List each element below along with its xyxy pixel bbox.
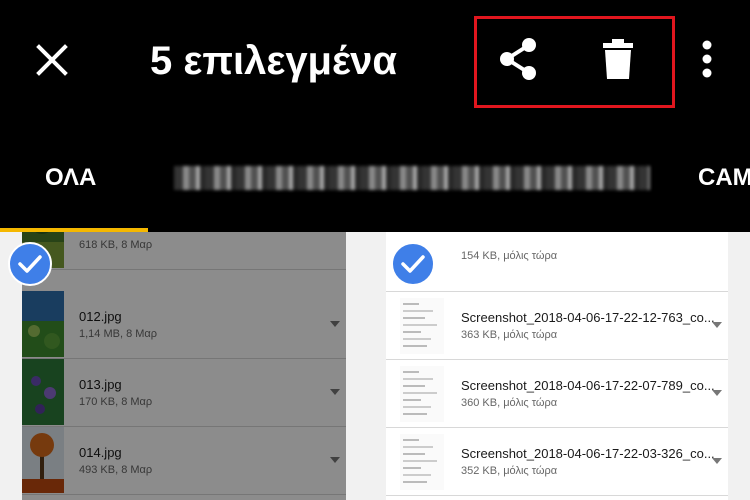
dropdown-arrow-icon — [712, 458, 722, 464]
file-name: 013.jpg — [79, 377, 122, 392]
close-icon — [36, 44, 68, 76]
image-group-card[interactable]: 618 KB, 8 Μαρ 012.jpg 1,14 MB, 8 Μαρ 013… — [22, 232, 346, 500]
category-tabs: ΟΛΑ CAM — [0, 148, 750, 233]
file-name: Screenshot_2018-04-06-17-22-03-326_co... — [461, 446, 715, 461]
dropdown-arrow-icon — [330, 389, 340, 395]
file-name: Screenshot_2018-04-06-17-22-12-763_co... — [461, 310, 715, 325]
image-thumbnail — [22, 359, 64, 425]
item-menu-button[interactable] — [710, 318, 724, 332]
list-item[interactable]: Screenshot_2018-04-06-17-22-12-763_co...… — [386, 292, 728, 360]
checkmark-icon — [401, 255, 425, 273]
dropdown-arrow-icon — [330, 321, 340, 327]
file-meta: 360 KB, μόλις τώρα — [461, 397, 558, 409]
item-menu-button[interactable] — [328, 453, 342, 467]
dropdown-arrow-icon — [712, 322, 722, 328]
more-options-button[interactable] — [682, 34, 732, 84]
selected-checkbox-right[interactable] — [391, 242, 435, 286]
share-icon — [500, 38, 536, 80]
selected-checkbox-left[interactable] — [8, 242, 52, 286]
list-item[interactable]: Screenshot_2018-04-06-17-22-03-326_co...… — [386, 428, 728, 496]
close-selection-button[interactable] — [28, 36, 76, 84]
file-name: 012.jpg — [79, 309, 122, 324]
tab-cam[interactable]: CAM — [698, 148, 750, 208]
list-item[interactable]: 154 KB, μόλις τώρα — [386, 232, 728, 292]
file-meta: 1,14 MB, 8 Μαρ — [79, 328, 158, 340]
file-meta: 493 KB, 8 Μαρ — [79, 464, 153, 476]
screenshot-thumbnail — [400, 366, 444, 422]
screenshot-thumbnail — [400, 434, 444, 490]
list-item[interactable]: 618 KB, 8 Μαρ — [22, 232, 346, 270]
file-meta: 363 KB, μόλις τώρα — [461, 329, 558, 341]
delete-button[interactable] — [593, 34, 643, 84]
file-meta: 352 KB, μόλις τώρα — [461, 465, 558, 477]
screenshot-group-card[interactable]: 154 KB, μόλις τώρα Screenshot_2018-04-06… — [386, 232, 728, 500]
file-meta: 618 KB, 8 Μαρ — [79, 239, 153, 251]
file-grid: 618 KB, 8 Μαρ 012.jpg 1,14 MB, 8 Μαρ 013… — [0, 232, 750, 500]
tab-all[interactable]: ΟΛΑ — [45, 148, 96, 208]
file-name: 014.jpg — [79, 445, 122, 460]
selection-count-title: 5 επιλεγμένα — [150, 39, 397, 83]
dropdown-arrow-icon — [330, 457, 340, 463]
item-menu-button[interactable] — [710, 454, 724, 468]
file-name: Screenshot_2018-04-06-17-22-07-789_co... — [461, 378, 715, 393]
file-meta: 154 KB, μόλις τώρα — [461, 250, 558, 262]
list-item[interactable]: 014.jpg 493 KB, 8 Μαρ — [22, 427, 346, 495]
more-vert-icon — [702, 40, 712, 78]
list-item[interactable]: 012.jpg 1,14 MB, 8 Μαρ — [22, 291, 346, 359]
tab-blurred[interactable] — [174, 166, 650, 190]
list-item[interactable]: 013.jpg 170 KB, 8 Μαρ — [22, 359, 346, 427]
item-menu-button[interactable] — [328, 385, 342, 399]
file-meta: 170 KB, 8 Μαρ — [79, 396, 153, 408]
dropdown-arrow-icon — [712, 390, 722, 396]
item-menu-button[interactable] — [328, 317, 342, 331]
item-menu-button[interactable] — [710, 386, 724, 400]
share-button[interactable] — [493, 34, 543, 84]
image-thumbnail — [22, 427, 64, 493]
screenshot-thumbnail — [400, 298, 444, 354]
checkmark-icon — [18, 255, 42, 273]
image-thumbnail — [22, 291, 64, 357]
selection-app-bar: 5 επιλεγμένα ΟΛΑ CAM — [0, 0, 750, 233]
delete-icon — [603, 39, 633, 79]
list-item[interactable]: Screenshot_2018-04-06-17-22-07-789_co...… — [386, 360, 728, 428]
